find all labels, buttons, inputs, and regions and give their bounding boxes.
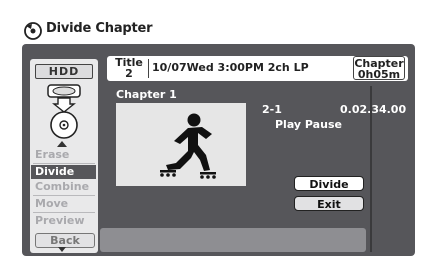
preview-thumbnail[interactable] [116, 103, 246, 186]
menu-item-move[interactable]: Move [31, 197, 96, 211]
scroll-down-icon[interactable] [58, 247, 66, 252]
screen: Divide Chapter HDD Erase Divide Combine … [0, 0, 429, 268]
disc-menu-icon [24, 22, 42, 40]
divide-button[interactable]: Divide [294, 176, 364, 191]
page-title: Divide Chapter [46, 21, 153, 36]
scroll-up-icon[interactable] [57, 141, 67, 147]
menu-divider [33, 195, 95, 196]
title-number: Title 2 [114, 57, 144, 79]
title-value: 2 [125, 67, 133, 80]
sidebar: HDD Erase Divide Combine Move Preview Ba… [30, 59, 98, 253]
title-info-bar: Title 2 10/07Wed 3:00PM 2ch LP Chapter 0… [107, 56, 408, 81]
hdd-badge: HDD [35, 64, 93, 79]
clip-number: 2-1 [262, 103, 282, 116]
playback-status: Play Pause [275, 118, 342, 131]
hdd-to-disc-icon [47, 84, 81, 139]
menu-item-divide[interactable]: Divide [31, 165, 96, 179]
menu-item-erase[interactable]: Erase [31, 148, 96, 162]
chapter-length: Chapter 0h05m [353, 56, 405, 80]
help-bar [100, 228, 366, 252]
skater-icon [160, 113, 216, 179]
panel-edge [370, 86, 372, 252]
timecode: 0.02.34.00 [340, 103, 407, 116]
menu-divider [33, 163, 95, 164]
chapter-length-value: 0h05m [357, 68, 401, 81]
recording-details: 10/07Wed 3:00PM 2ch LP [152, 61, 309, 74]
title-bar: Divide Chapter [0, 0, 429, 44]
back-button[interactable]: Back [35, 233, 95, 248]
chapter-label: Chapter 1 [116, 88, 177, 101]
menu-item-combine[interactable]: Combine [31, 180, 96, 194]
info-divider [148, 59, 149, 78]
menu-item-preview[interactable]: Preview [31, 214, 96, 228]
exit-button[interactable]: Exit [294, 196, 364, 211]
menu-divider [33, 212, 95, 213]
